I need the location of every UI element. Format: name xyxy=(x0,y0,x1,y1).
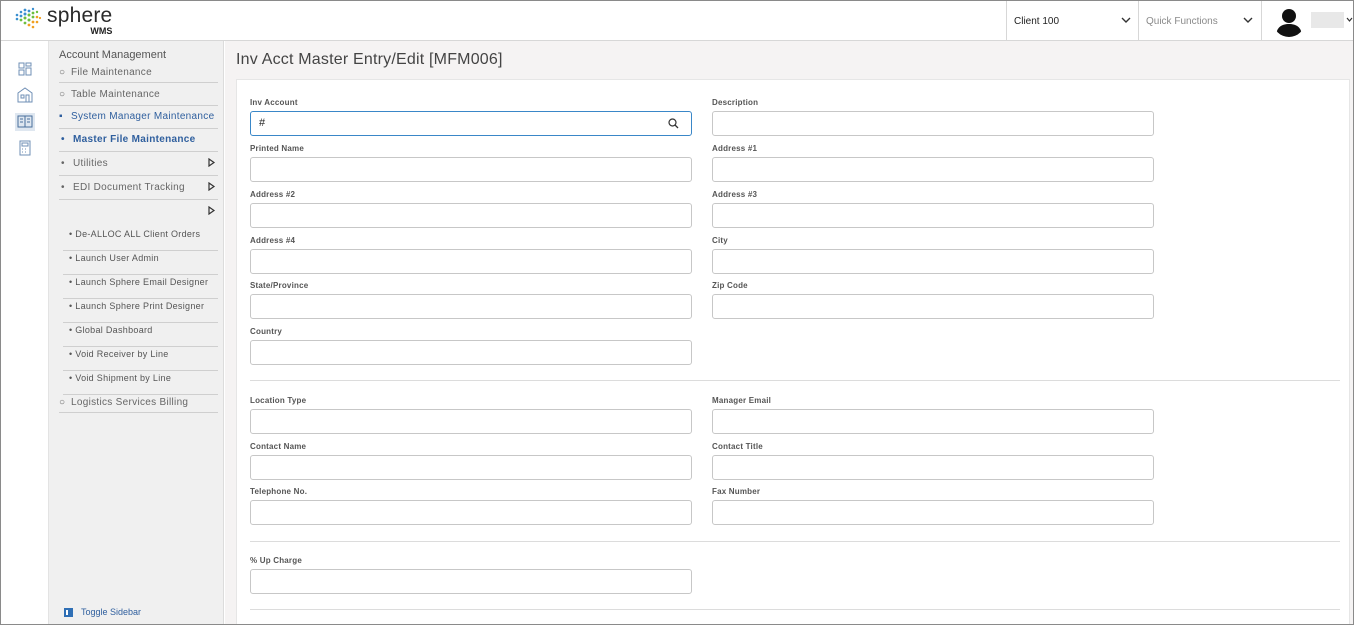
client-select[interactable]: Client 100 xyxy=(1006,1,1139,41)
sidebar-subitem[interactable]: • Launch Sphere Email Designer xyxy=(63,275,218,299)
search-icon[interactable] xyxy=(668,118,679,129)
sidebar-title: Account Management xyxy=(59,49,167,61)
contact-name-label: Contact Name xyxy=(250,442,307,451)
address1-input[interactable] xyxy=(712,157,1154,182)
address4-label: Address #4 xyxy=(250,236,296,245)
sidebar-item-logistics-billing[interactable]: ○ Logistics Services Billing xyxy=(59,397,218,413)
avatar-icon xyxy=(1273,5,1305,37)
inv-account-label: Inv Account xyxy=(250,98,298,107)
manager-email-label: Manager Email xyxy=(712,396,772,405)
state-label: State/Province xyxy=(250,281,309,290)
country-label: Country xyxy=(250,327,283,336)
calculator-icon[interactable] xyxy=(17,140,33,156)
contact-name-input[interactable] xyxy=(250,455,692,480)
sidebar-subitem[interactable]: • Global Dashboard xyxy=(63,323,218,347)
user-menu[interactable] xyxy=(1261,1,1353,41)
manager-email-input[interactable] xyxy=(712,409,1154,434)
telephone-label: Telephone No. xyxy=(250,487,308,496)
top-header: sphere WMS Client 100 Quick Functions xyxy=(1,1,1353,41)
app-window: sphere WMS Client 100 Quick Functions Ac… xyxy=(0,0,1354,625)
location-type-label: Location Type xyxy=(250,396,307,405)
icon-rail xyxy=(1,41,49,624)
square-bullet-icon: ▪ xyxy=(59,111,63,122)
sphere-logo[interactable]: sphere WMS xyxy=(13,5,112,36)
quick-functions-value: Quick Functions xyxy=(1146,15,1218,27)
dot-bullet-icon: • xyxy=(61,182,65,193)
location-type-input[interactable] xyxy=(250,409,692,434)
page-title: Inv Acct Master Entry/Edit [MFM006] xyxy=(236,51,503,68)
address4-input[interactable] xyxy=(250,249,692,274)
sidebar-item-table-maintenance[interactable]: ○ Table Maintenance xyxy=(59,89,218,106)
chevron-down-icon xyxy=(1346,17,1353,22)
section-divider xyxy=(250,609,1340,610)
sidebar-item-file-maintenance[interactable]: ○ File Maintenance xyxy=(59,67,218,83)
sidebar-item-unnamed[interactable] xyxy=(59,205,218,223)
printed-name-input[interactable] xyxy=(250,157,692,182)
printed-name-label: Printed Name xyxy=(250,144,304,153)
toggle-sidebar-button[interactable]: Toggle Sidebar xyxy=(64,607,141,617)
contact-title-label: Contact Title xyxy=(712,442,763,451)
dashboard-icon[interactable] xyxy=(17,61,33,77)
zip-input[interactable] xyxy=(712,294,1154,319)
sidebar-subitem[interactable]: • Void Receiver by Line xyxy=(63,347,218,371)
logo-subtitle: WMS xyxy=(90,26,113,36)
telephone-input[interactable] xyxy=(250,500,692,525)
sidebar: Account Management ○ File Maintenance ○ Ta… xyxy=(49,41,224,624)
address1-label: Address #1 xyxy=(712,144,758,153)
sphere-globe-icon xyxy=(13,5,43,33)
address3-input[interactable] xyxy=(712,203,1154,228)
address2-input[interactable] xyxy=(250,203,692,228)
sidebar-item-master-file[interactable]: • Master File Maintenance xyxy=(59,134,218,152)
up-charge-label: % Up Charge xyxy=(250,556,302,565)
dot-bullet-icon: • xyxy=(61,134,65,145)
country-input[interactable] xyxy=(250,340,692,365)
inv-account-input[interactable]: # xyxy=(250,111,692,136)
user-name-placeholder xyxy=(1311,12,1344,28)
fax-label: Fax Number xyxy=(712,487,761,496)
expand-arrow-icon xyxy=(208,181,216,194)
circle-bullet-icon: ○ xyxy=(59,67,66,78)
address2-label: Address #2 xyxy=(250,190,296,199)
zip-label: Zip Code xyxy=(712,281,748,290)
sidebar-subitem[interactable]: • Launch User Admin xyxy=(63,251,218,275)
section-divider xyxy=(250,541,1340,542)
sidebar-item-edi-tracking[interactable]: • EDI Document Tracking xyxy=(59,181,218,200)
quick-functions-select[interactable]: Quick Functions xyxy=(1138,1,1261,41)
expand-arrow-icon xyxy=(208,205,216,218)
circle-bullet-icon: ○ xyxy=(59,397,66,408)
address3-label: Address #3 xyxy=(712,190,758,199)
section-divider xyxy=(250,380,1340,381)
sidebar-subitem[interactable]: • De-ALLOC ALL Client Orders xyxy=(63,227,218,251)
description-input[interactable] xyxy=(712,111,1154,136)
chevron-down-icon xyxy=(1121,17,1131,23)
dot-bullet-icon: • xyxy=(61,158,65,169)
logo-name: sphere xyxy=(47,4,113,27)
fax-input[interactable] xyxy=(712,500,1154,525)
toggle-sidebar-icon xyxy=(64,607,73,617)
up-charge-input[interactable] xyxy=(250,569,692,594)
city-label: City xyxy=(712,236,728,245)
main-content: Inv Acct Master Entry/Edit [MFM006] Inv … xyxy=(225,41,1353,624)
sidebar-subitem[interactable]: • Launch Sphere Print Designer xyxy=(63,299,218,323)
expand-arrow-icon xyxy=(208,157,216,170)
client-select-value: Client 100 xyxy=(1014,15,1060,27)
city-input[interactable] xyxy=(712,249,1154,274)
sidebar-item-utilities[interactable]: • Utilities xyxy=(59,157,218,176)
warehouse-icon[interactable] xyxy=(17,87,33,103)
circle-bullet-icon: ○ xyxy=(59,89,66,100)
toggle-sidebar-label: Toggle Sidebar xyxy=(81,607,142,617)
contact-title-input[interactable] xyxy=(712,455,1154,480)
sidebar-subitem[interactable]: • Void Shipment by Line xyxy=(63,371,218,395)
form-card: Inv Account # Description Printed Name A… xyxy=(236,79,1350,624)
sidebar-item-system-manager[interactable]: ▪ System Manager Maintenance xyxy=(59,111,218,129)
chevron-down-icon xyxy=(1243,17,1253,23)
ledger-icon[interactable] xyxy=(15,113,35,131)
description-label: Description xyxy=(712,98,759,107)
state-input[interactable] xyxy=(250,294,692,319)
